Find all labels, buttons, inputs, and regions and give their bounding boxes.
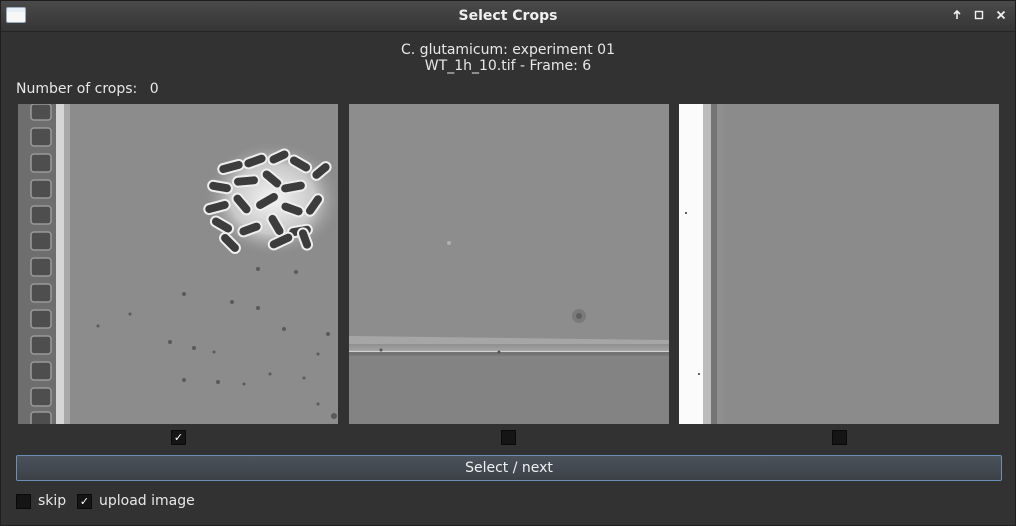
- crop-count-row: Number of crops: 0: [16, 81, 159, 97]
- skip-checkbox[interactable]: [16, 493, 31, 509]
- window-controls: [947, 5, 1011, 25]
- crop-image-1[interactable]: [18, 104, 338, 424]
- select-next-button[interactable]: Select / next: [16, 455, 1002, 481]
- window-title: Select Crops: [458, 8, 558, 24]
- arrow-up-icon[interactable]: [947, 5, 967, 25]
- crop-count-label: Number of crops:: [16, 81, 138, 97]
- crop-count-value: 0: [149, 81, 159, 97]
- maximize-icon[interactable]: [969, 5, 989, 25]
- experiment-title: C. glutamicum: experiment 01: [401, 42, 615, 58]
- upload-image-label: upload image: [99, 493, 195, 509]
- title-bar[interactable]: Select Crops: [1, 1, 1015, 32]
- upload-image-checkbox[interactable]: ✓: [77, 493, 92, 509]
- crop-1-checkbox[interactable]: ✓: [171, 430, 186, 445]
- crop-image-2[interactable]: [349, 104, 669, 424]
- crop-image-3[interactable]: [679, 104, 999, 424]
- skip-option[interactable]: skip: [16, 493, 66, 509]
- select-crops-window: Select Crops C. glutamicum: experiment 0…: [0, 0, 1016, 526]
- crop-2-checkbox[interactable]: [501, 430, 516, 445]
- skip-label: skip: [38, 493, 67, 509]
- upload-image-option[interactable]: ✓ upload image: [77, 493, 195, 509]
- close-icon[interactable]: [991, 5, 1011, 25]
- file-frame-title: WT_1h_10.tif - Frame: 6: [424, 58, 592, 74]
- crop-3-checkbox[interactable]: [832, 430, 847, 445]
